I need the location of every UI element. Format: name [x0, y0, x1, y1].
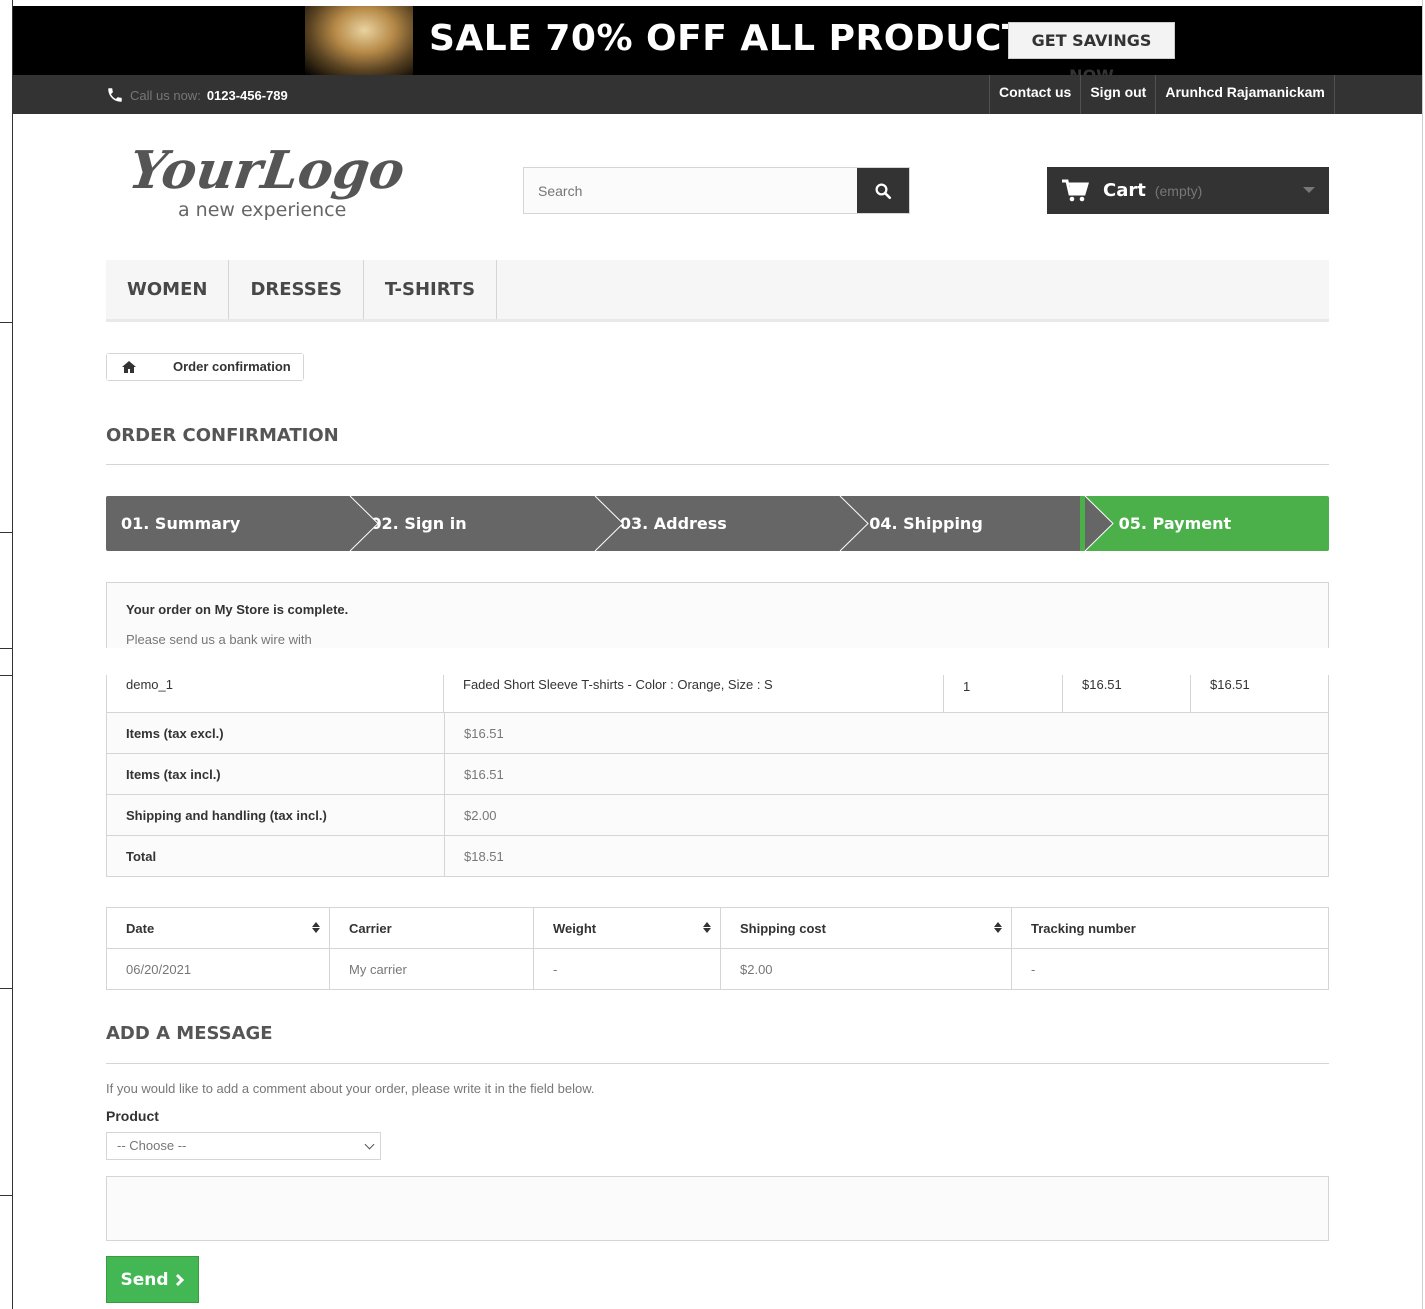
header-label: Shipping cost	[740, 920, 826, 936]
header-label: Weight	[553, 920, 597, 936]
breadcrumb-current: Order confirmation	[151, 354, 303, 380]
store-logo[interactable]: YourLogo a new experience	[130, 138, 430, 224]
table-row: demo_1 Faded Short Sleeve T-shirts - Col…	[106, 675, 1329, 713]
account-nav: Contact us Sign out Arunhcd Rajamanickam	[989, 75, 1335, 114]
call-us-label: Call us now:	[130, 87, 201, 103]
bank-wire-text: Please send us a bank wire with	[126, 632, 312, 647]
banner-model-image	[305, 6, 413, 75]
sort-icon[interactable]	[994, 922, 1002, 933]
promo-banner[interactable]: SALE 70% OFF ALL PRODUCTS GET SAVINGS NO…	[13, 6, 1422, 85]
sign-out-link[interactable]: Sign out	[1080, 75, 1155, 114]
totals-value: $16.51	[444, 753, 1329, 795]
phone-icon	[108, 88, 122, 102]
column-header-date[interactable]: Date	[106, 907, 330, 949]
table-row: Total $18.51	[106, 835, 1329, 877]
chevron-down-icon	[364, 1139, 375, 1150]
column-header-weight[interactable]: Weight	[533, 907, 721, 949]
edge-tick	[0, 1195, 13, 1196]
product-select[interactable]: -- Choose --	[106, 1132, 381, 1160]
totals-label: Items (tax incl.)	[106, 753, 445, 795]
edge-tick	[0, 988, 13, 989]
table-row: 06/20/2021 My carrier - $2.00 -	[106, 948, 1329, 990]
cart-status: (empty)	[1154, 182, 1203, 199]
table-row: Items (tax incl.) $16.51	[106, 753, 1329, 795]
page-title: ORDER CONFIRMATION	[106, 425, 1329, 465]
totals-label: Shipping and handling (tax incl.)	[106, 794, 445, 836]
ship-date: 06/20/2021	[106, 948, 330, 990]
edge-tick	[0, 322, 13, 323]
edge-tick	[0, 648, 13, 649]
cart-icon	[1062, 179, 1089, 201]
ship-carrier: My carrier	[329, 948, 534, 990]
search-bar	[523, 167, 910, 214]
search-button[interactable]	[857, 168, 909, 213]
product-total: $16.51	[1191, 675, 1329, 712]
contact-us-link[interactable]: Contact us	[989, 75, 1080, 114]
column-header-carrier: Carrier	[329, 907, 534, 949]
ship-weight: -	[533, 948, 721, 990]
sort-icon[interactable]	[312, 922, 320, 933]
table-header-row: Date Carrier Weight Shipping cost Tracki…	[106, 907, 1329, 949]
totals-value: $18.51	[444, 835, 1329, 877]
screenshot-gap	[13, 648, 1422, 675]
shipping-table: Date Carrier Weight Shipping cost Tracki…	[106, 907, 1329, 990]
order-totals-table: Items (tax excl.) $16.51 Items (tax incl…	[106, 712, 1329, 877]
page: SALE 70% OFF ALL PRODUCTS GET SAVINGS NO…	[0, 0, 1425, 1309]
search-input[interactable]	[524, 168, 857, 213]
breadcrumb: Order confirmation	[106, 353, 304, 381]
ship-cost: $2.00	[720, 948, 1012, 990]
column-header-shipping-cost[interactable]: Shipping cost	[720, 907, 1012, 949]
banner-headline: SALE 70% OFF ALL PRODUCTS	[429, 18, 1054, 59]
product-label: Product	[106, 1108, 159, 1124]
ship-tracking: -	[1011, 948, 1329, 990]
phone-number: 0123-456-789	[206, 87, 288, 103]
add-message-title: ADD A MESSAGE	[106, 1023, 1329, 1064]
send-button[interactable]: Send	[106, 1256, 199, 1303]
step-separators	[349, 496, 1114, 551]
chevron-down-icon	[1303, 187, 1315, 193]
message-textarea[interactable]	[106, 1176, 1329, 1241]
get-savings-button[interactable]: GET SAVINGS NOW	[1008, 22, 1175, 85]
sort-icon[interactable]	[703, 922, 711, 933]
edge-tick	[0, 675, 13, 676]
logo-tagline: a new experience	[178, 199, 346, 221]
product-name: Faded Short Sleeve T-shirts - Color : Or…	[444, 675, 944, 712]
totals-label: Items (tax excl.)	[106, 712, 445, 754]
search-icon	[875, 183, 892, 199]
totals-value: $16.51	[444, 712, 1329, 754]
message-help-text: If you would like to add a comment about…	[106, 1081, 595, 1096]
breadcrumb-home[interactable]	[107, 354, 160, 380]
totals-value: $2.00	[444, 794, 1329, 836]
cart-button[interactable]: Cart (empty)	[1047, 167, 1329, 214]
order-complete-text: Your order on My Store is complete.	[126, 602, 349, 617]
account-name-link[interactable]: Arunhcd Rajamanickam	[1155, 75, 1335, 114]
top-nav-bar: Call us now: 0123-456-789 Contact us Sig…	[13, 75, 1422, 114]
menu-item-dresses[interactable]: DRESSES	[229, 260, 364, 319]
menu-item-women[interactable]: WOMEN	[106, 260, 230, 319]
table-row: Items (tax excl.) $16.51	[106, 712, 1329, 754]
column-header-tracking: Tracking number	[1011, 907, 1329, 949]
totals-label: Total	[106, 835, 445, 877]
cart-label: Cart	[1103, 180, 1146, 201]
table-row: Shipping and handling (tax incl.) $2.00	[106, 794, 1329, 836]
phone-info: Call us now: 0123-456-789	[106, 86, 288, 104]
send-label: Send	[120, 1269, 169, 1290]
checkout-steps: 01. Summary 02. Sign in 03. Address 04. …	[106, 496, 1329, 551]
product-reference: demo_1	[106, 675, 444, 712]
edge-tick	[0, 532, 13, 533]
main-menu: WOMEN DRESSES T-SHIRTS	[106, 260, 1329, 322]
header-label: Date	[126, 920, 155, 936]
right-edge-line	[1422, 0, 1423, 1309]
product-quantity: 1	[944, 675, 1063, 712]
order-complete-notice: Your order on My Store is complete. Plea…	[106, 582, 1329, 648]
logo-text: YourLogo	[130, 140, 408, 201]
menu-item-tshirts[interactable]: T-SHIRTS	[364, 260, 498, 319]
product-select-value: -- Choose --	[117, 1138, 187, 1153]
home-icon	[122, 361, 136, 373]
chevron-right-icon	[175, 1273, 184, 1286]
product-unit-price: $16.51	[1063, 675, 1191, 712]
